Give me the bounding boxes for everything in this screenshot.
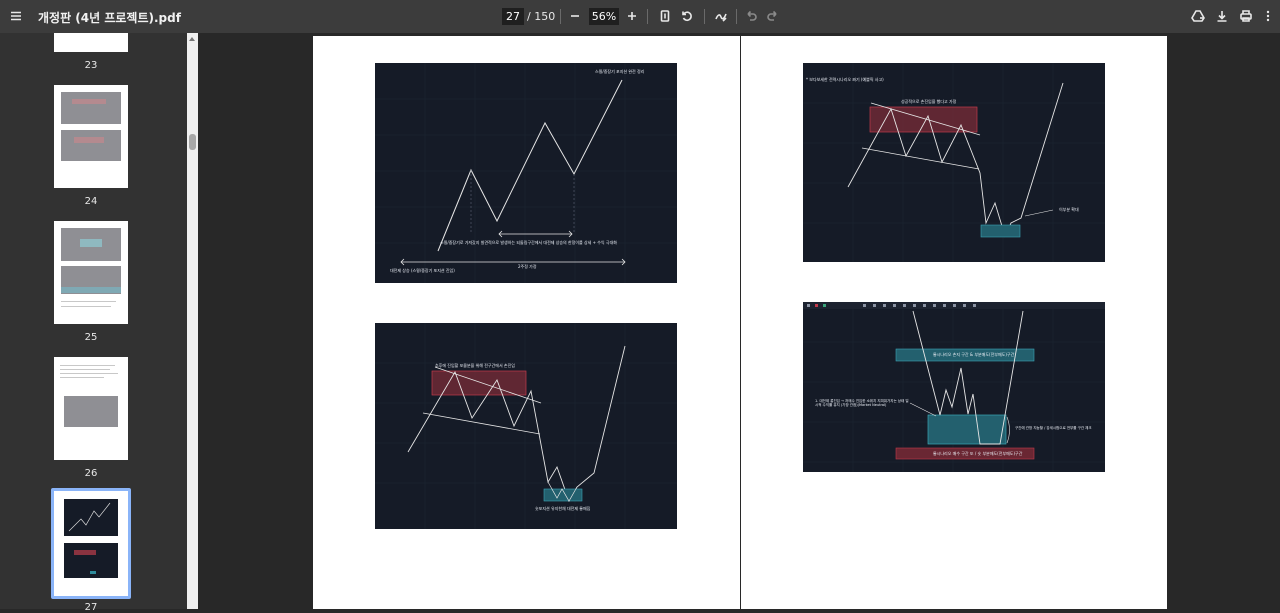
print-icon[interactable] bbox=[1235, 5, 1257, 27]
chart-annotation: 롱시나리오 매수 구간 또 / 숏 부분매도(전부매도)구간 bbox=[933, 451, 1023, 456]
chart-short-entry-triangle: 추후에 진입할 포몰분을 위해 전구간에서 손진입 숏포지션 유지한채 대전제 … bbox=[375, 323, 677, 529]
thumbnail-number: 23 bbox=[84, 60, 98, 71]
toolbar-divider bbox=[647, 9, 648, 24]
chart-annotation: 성공적으로 손진입을 했다고 가정 bbox=[901, 99, 957, 104]
toolbar-divider bbox=[736, 9, 737, 24]
scroll-up-arrow-icon[interactable] bbox=[189, 37, 195, 41]
chart-annotation: 이부분 확대 bbox=[1059, 207, 1079, 212]
chart-annotation: 1. 대전제 롱진입 → 저매수 진입한 소위지 지피워가지는 상태 일시적 수… bbox=[815, 399, 909, 407]
page-thumbnail[interactable] bbox=[54, 357, 128, 460]
chart-annotation: 2주정 가정 bbox=[518, 264, 537, 269]
pdf-toolbar: 개정판 (4년 프로젝트).pdf 27 / 150 56% bbox=[0, 0, 1280, 33]
zoom-in-icon[interactable] bbox=[621, 5, 643, 27]
zoom-out-icon[interactable] bbox=[564, 5, 586, 27]
page-thumbnail[interactable] bbox=[54, 85, 128, 188]
pdf-page-left: 스윙/중장기 포지션 완전 정리 스윙/중장기로 가져갔지 발견적으로 발생하는… bbox=[313, 36, 740, 609]
chart-annotation: * 보다보세한 전력시나리오 짜기 (예쁠픽 사고) bbox=[806, 77, 884, 82]
pdf-page-right: * 보다보세한 전력시나리오 짜기 (예쁠픽 사고) 성공적으로 손진입을 했다… bbox=[741, 36, 1167, 609]
page-thumbnail[interactable] bbox=[54, 221, 128, 324]
fit-page-icon[interactable] bbox=[654, 5, 676, 27]
chart-swing-uptrend: 스윙/중장기 포지션 완전 정리 스윙/중장기로 가져갔지 발견적으로 발생하는… bbox=[375, 63, 677, 283]
sidebar-scrollbar-thumb[interactable] bbox=[189, 134, 196, 150]
undo-icon[interactable] bbox=[740, 5, 762, 27]
sidebar-scrollbar[interactable] bbox=[187, 33, 198, 609]
chart-annotation: 숏포지션 유지한채 대전제 롱매집 bbox=[535, 506, 591, 511]
download-icon[interactable] bbox=[1211, 5, 1233, 27]
chart-annotation: 추후에 진입할 포몰분을 위해 전구간에서 손진입 bbox=[435, 363, 515, 368]
page-thumbnail[interactable] bbox=[54, 33, 128, 52]
page-total: / 150 bbox=[527, 10, 556, 23]
menu-icon[interactable] bbox=[5, 5, 27, 27]
thumbnail-number: 26 bbox=[84, 468, 98, 479]
chart-annotation: 스윙/중장기로 가져갔지 발견적으로 발생하는 되돌림구간에서 대전제 상승의 … bbox=[440, 240, 617, 245]
draw-icon[interactable] bbox=[710, 5, 732, 27]
page-thumbnail-current[interactable] bbox=[54, 491, 128, 596]
chart-annotation: 스윙/중장기 포지션 완전 정리 bbox=[595, 69, 645, 74]
toolbar-divider bbox=[560, 9, 561, 24]
chart-zoomed-detail: 롱시나리오 손지 구간 & 부분매도(전부매도)구간 1. 대전제 롱진입 → … bbox=[803, 302, 1105, 472]
chart-annotation: 구간에 관망 지능할 / 강세시험으로 전부를 구간 체크 bbox=[1015, 426, 1092, 430]
chart-annotation: 대전제 상승 (스윙/중장기 포지션 진입) bbox=[390, 268, 455, 273]
rotate-icon[interactable] bbox=[676, 5, 698, 27]
thumbnail-number: 24 bbox=[84, 196, 98, 207]
chart-scenario-plan: * 보다보세한 전력시나리오 짜기 (예쁠픽 사고) 성공적으로 손진입을 했다… bbox=[803, 63, 1105, 262]
drive-icon[interactable] bbox=[1187, 5, 1209, 27]
toolbar-divider bbox=[704, 9, 705, 24]
document-title: 개정판 (4년 프로젝트).pdf bbox=[38, 11, 181, 25]
chart-annotation: 롱시나리오 손지 구간 & 부분매도(전부매도)구간 bbox=[933, 352, 1015, 357]
more-icon[interactable] bbox=[1257, 5, 1279, 27]
thumbnail-number: 25 bbox=[84, 332, 98, 343]
redo-icon[interactable] bbox=[762, 5, 784, 27]
thumbnail-number: 27 bbox=[84, 602, 98, 613]
page-number-input[interactable]: 27 bbox=[502, 8, 524, 25]
zoom-level-input[interactable]: 56% bbox=[589, 8, 619, 25]
